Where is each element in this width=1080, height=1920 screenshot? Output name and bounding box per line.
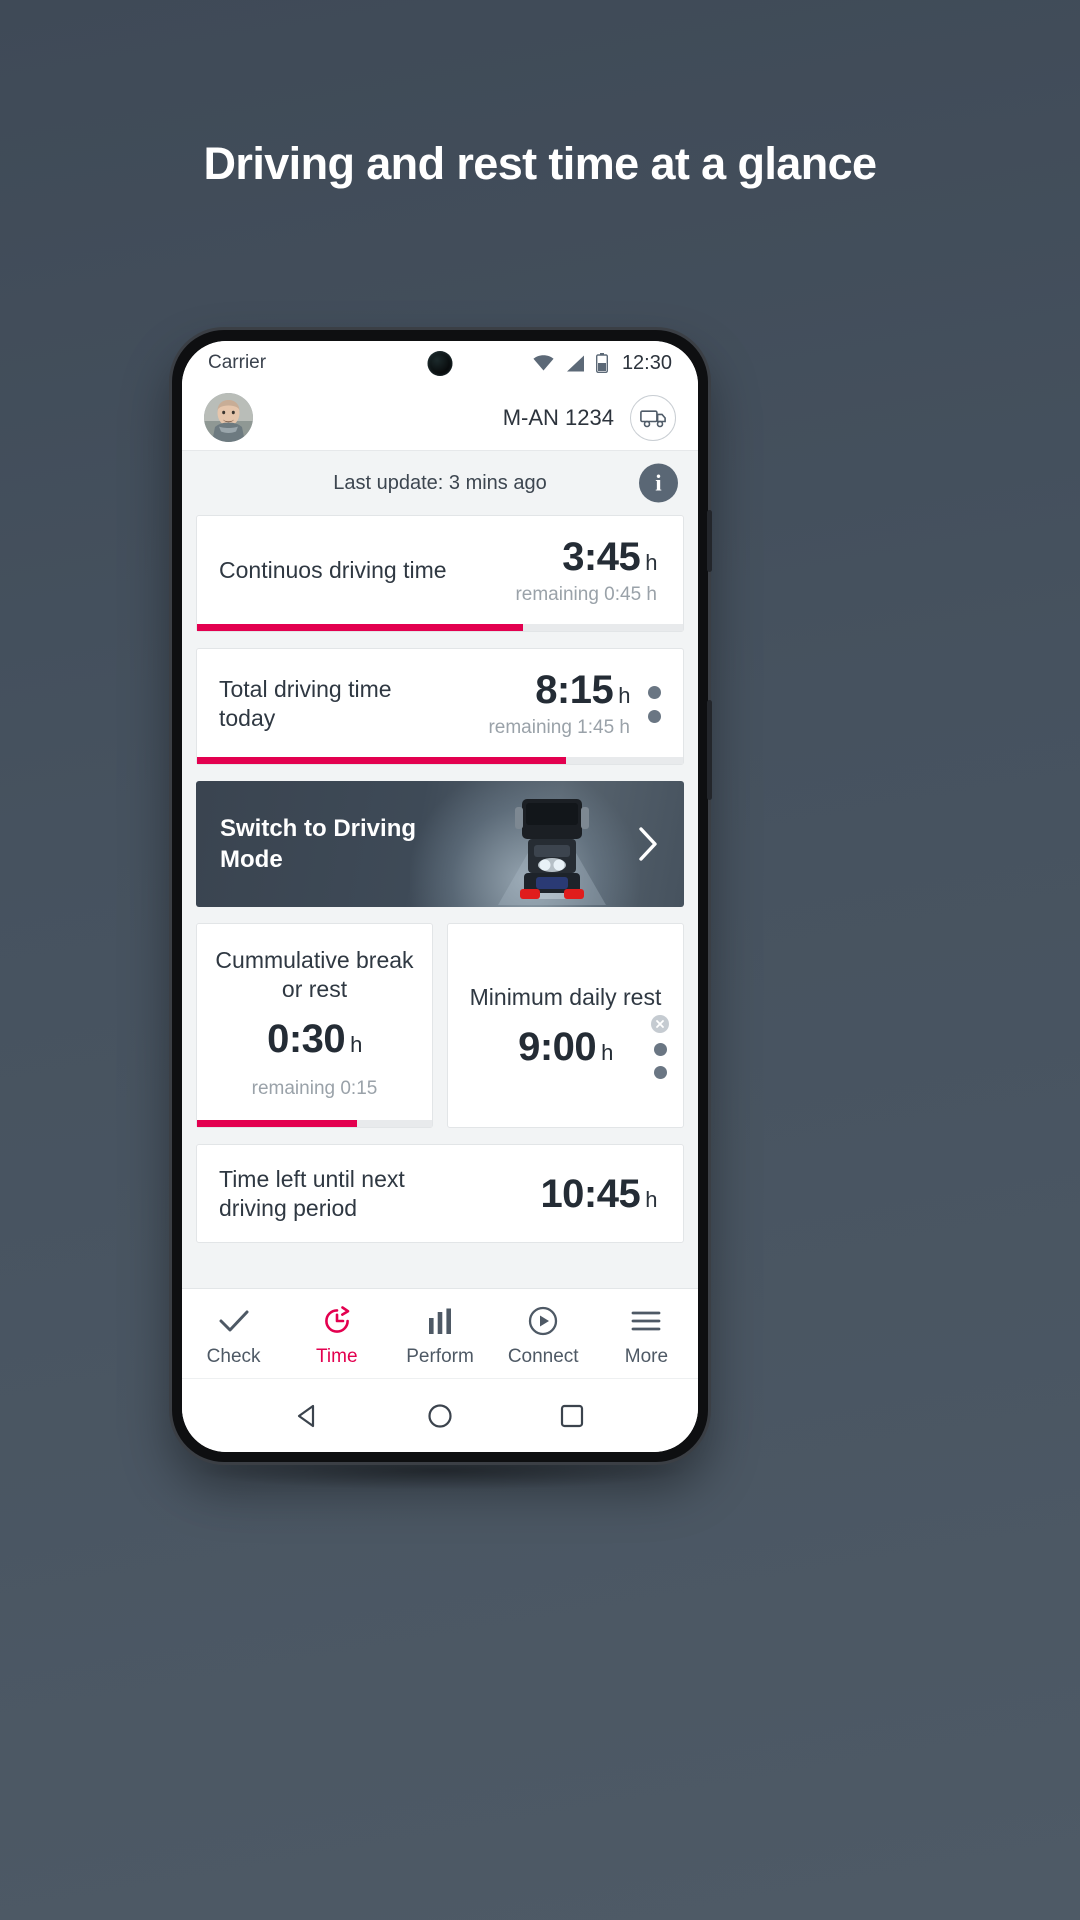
hamburger-icon bbox=[631, 1306, 661, 1337]
avatar[interactable] bbox=[204, 393, 253, 442]
bottom-navigation: Check Time Perform Connect More bbox=[182, 1288, 698, 1378]
status-dot bbox=[648, 685, 661, 699]
last-update-label: Last update: 3 mins ago bbox=[333, 471, 547, 494]
truck-button[interactable] bbox=[630, 394, 676, 441]
nav-label: Connect bbox=[507, 1345, 579, 1367]
switch-to-driving-mode-banner[interactable]: Switch to Driving Mode bbox=[196, 781, 684, 907]
app-header: M-AN 1234 bbox=[182, 385, 698, 451]
status-bar: Carrier 12:30 bbox=[182, 341, 698, 385]
front-camera-icon bbox=[427, 351, 453, 376]
card-label: Minimum daily rest bbox=[469, 984, 662, 1011]
nav-item-more[interactable]: More bbox=[595, 1306, 698, 1368]
card-value-number: 3:45 bbox=[562, 535, 641, 579]
card-value-number: 0:30 bbox=[267, 1016, 346, 1061]
card-value-unit: h bbox=[350, 1031, 362, 1057]
card-continuous-driving-time[interactable]: Continuos driving time 3:45 h remaining 0… bbox=[196, 515, 684, 632]
duo-card-row: Cummulative break or rest 0:30 h remainin… bbox=[196, 923, 684, 1128]
card-total-driving-time-today[interactable]: Total driving time today 8:15 h remaining… bbox=[196, 648, 684, 765]
battery-icon bbox=[595, 353, 608, 373]
card-label: Time left until next driving period bbox=[219, 1165, 405, 1222]
card-value: 10:45 h bbox=[540, 1173, 657, 1215]
card-value-number: 8:15 bbox=[535, 668, 614, 712]
clock-history-icon bbox=[322, 1306, 352, 1337]
card-label: Continuos driving time bbox=[219, 557, 447, 584]
status-dots bbox=[651, 1015, 669, 1080]
nav-label: Check bbox=[206, 1345, 261, 1367]
progress-bar bbox=[197, 1119, 432, 1127]
nav-item-time[interactable]: Time bbox=[285, 1306, 388, 1368]
nav-item-perform[interactable]: Perform bbox=[388, 1306, 491, 1368]
last-update-row: Last update: 3 mins ago i bbox=[196, 451, 684, 515]
banner-label: Switch to Driving Mode bbox=[220, 814, 417, 873]
promo-heading: Driving and rest time at a glance bbox=[203, 138, 878, 189]
card-value: 8:15 h bbox=[488, 669, 630, 711]
card-remaining: remaining 0:45 h bbox=[515, 584, 657, 605]
card-value: 3:45 h bbox=[515, 536, 657, 578]
card-value-unit: h bbox=[618, 683, 630, 708]
card-value-unit: h bbox=[645, 550, 657, 575]
system-navigation-bar bbox=[182, 1378, 698, 1452]
card-cumulative-break-or-rest[interactable]: Cummulative break or rest 0:30 h remainin… bbox=[196, 923, 433, 1128]
card-time-left-until-next-driving-period[interactable]: Time left until next driving period 10:4… bbox=[196, 1143, 684, 1243]
status-dot bbox=[653, 1043, 667, 1057]
card-minimum-daily-rest[interactable]: Minimum daily rest 9:00 h bbox=[447, 923, 684, 1128]
phone-screen: Carrier 12:30 M-AN 1234 Last update: 3 m… bbox=[182, 341, 698, 1452]
nav-item-check[interactable]: Check bbox=[182, 1306, 285, 1368]
truck-icon bbox=[639, 408, 667, 428]
nav-item-connect[interactable]: Connect bbox=[492, 1306, 595, 1368]
progress-bar bbox=[197, 624, 683, 631]
info-icon[interactable]: i bbox=[639, 463, 678, 503]
card-value: 9:00 h bbox=[462, 1025, 669, 1070]
status-dot bbox=[648, 709, 661, 723]
bar-chart-icon bbox=[426, 1306, 454, 1337]
chevron-right-icon[interactable] bbox=[636, 825, 660, 863]
truck-illustration bbox=[498, 793, 606, 905]
card-label: Cummulative break or rest bbox=[215, 947, 414, 1003]
nav-label: Time bbox=[316, 1345, 358, 1367]
card-value-number: 9:00 bbox=[518, 1024, 597, 1069]
card-value: 0:30 h bbox=[211, 1017, 418, 1062]
card-remaining: remaining 1:45 h bbox=[488, 717, 630, 738]
play-circle-icon bbox=[528, 1306, 558, 1337]
progress-bar bbox=[197, 757, 683, 764]
carrier-label: Carrier bbox=[208, 352, 267, 373]
home-circle-icon[interactable] bbox=[426, 1402, 454, 1430]
status-dot bbox=[653, 1066, 667, 1080]
card-remaining: remaining 0:15 bbox=[251, 1077, 378, 1099]
vehicle-id-label: M-AN 1234 bbox=[502, 404, 614, 430]
check-icon bbox=[219, 1306, 249, 1337]
back-triangle-icon[interactable] bbox=[294, 1402, 322, 1430]
wifi-icon bbox=[533, 355, 554, 371]
nav-label: Perform bbox=[406, 1345, 474, 1367]
signal-icon bbox=[565, 355, 585, 372]
card-value-unit: h bbox=[601, 1039, 613, 1065]
clock-label: 12:30 bbox=[621, 351, 672, 374]
close-circle-icon bbox=[651, 1015, 669, 1034]
recents-square-icon[interactable] bbox=[558, 1402, 586, 1430]
progress-fill bbox=[197, 1119, 357, 1127]
phone-frame: Carrier 12:30 M-AN 1234 Last update: 3 m… bbox=[172, 330, 712, 1462]
card-label: Total driving time today bbox=[219, 675, 392, 731]
progress-fill bbox=[197, 757, 567, 764]
card-value-number: 10:45 bbox=[540, 1172, 641, 1217]
status-dots bbox=[648, 685, 661, 723]
status-bar-icons: 12:30 bbox=[533, 352, 672, 375]
card-value-unit: h bbox=[645, 1187, 657, 1213]
main-content: Last update: 3 mins ago i Continuos driv… bbox=[182, 451, 698, 1288]
progress-fill bbox=[197, 624, 523, 631]
nav-label: More bbox=[624, 1345, 669, 1367]
